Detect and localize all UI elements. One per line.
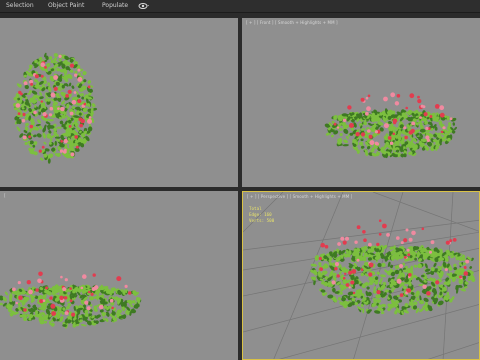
viewport-top[interactable] — [0, 18, 238, 187]
viewport-perspective[interactable]: [ + ] [ Perspective ] [ Smooth + Highlig… — [242, 191, 480, 360]
plant-top-view — [13, 52, 98, 164]
menu-populate[interactable]: Populate — [102, 1, 128, 10]
menu-object-paint[interactable]: Object Paint — [48, 1, 84, 10]
top-menu-bar: Selection Object Paint Populate — [0, 0, 480, 13]
perspective-grid — [243, 192, 479, 359]
menu-selection[interactable]: Selection — [6, 1, 34, 10]
visibility-eye-icon[interactable] — [138, 2, 150, 10]
plant-left-view — [0, 271, 142, 329]
viewport-front[interactable]: [ + ] [ Front ] [ Smooth + Highlights + … — [242, 18, 480, 187]
scene-stats: Total Edge: 160 Verts: 500 — [249, 206, 274, 224]
plant-front-view — [324, 92, 457, 159]
viewport-label[interactable]: [ + ] [ Perspective ] [ Smooth + Highlig… — [247, 194, 352, 199]
viewport-left[interactable]: [ — [0, 191, 238, 360]
stats-verts: Verts: 500 — [249, 218, 275, 223]
